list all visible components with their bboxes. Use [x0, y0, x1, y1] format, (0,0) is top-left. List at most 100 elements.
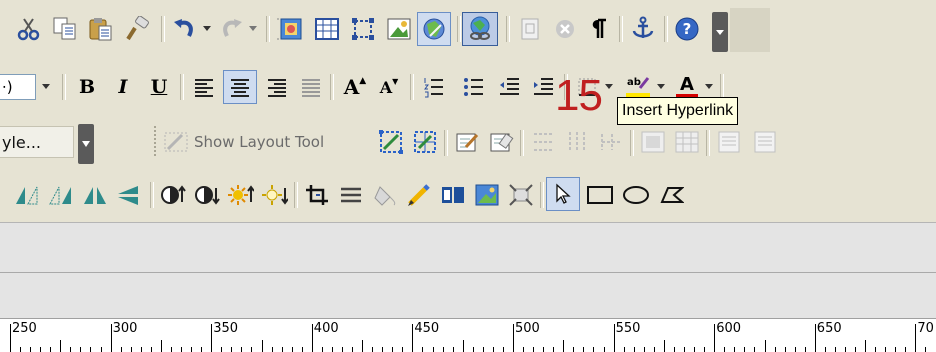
style-dropdown[interactable]: yle...	[0, 126, 74, 158]
rotate-right-icon[interactable]	[46, 180, 76, 210]
tooltip: Insert Hyperlink	[617, 97, 739, 125]
ruler-minor-tick	[573, 347, 575, 352]
ruler-minor-tick	[40, 347, 42, 352]
grow-font-button[interactable]: A ▲	[340, 72, 370, 102]
ruler-minor-tick	[201, 347, 203, 352]
flip-horizontal-icon[interactable]	[80, 180, 110, 210]
set-transparent-color-icon[interactable]	[370, 180, 400, 210]
ruler-minor-tick	[160, 340, 162, 352]
black-white-icon[interactable]	[438, 180, 468, 210]
oval-tool-icon[interactable]	[620, 180, 652, 210]
anchor-icon[interactable]	[628, 14, 658, 44]
shrink-font-button[interactable]: A ▼	[374, 72, 404, 102]
ruler-minor-tick	[533, 347, 535, 352]
ruler-minor-tick	[925, 347, 927, 352]
ruler-minor-tick	[291, 347, 293, 352]
ruler-minor-tick	[834, 347, 836, 352]
layout-cell-icon[interactable]	[410, 126, 440, 158]
polygon-tool-icon[interactable]	[656, 180, 686, 210]
ruler-minor-tick	[281, 347, 283, 352]
ruler-label: 650	[816, 321, 842, 336]
pilcrow-icon[interactable]	[584, 14, 614, 44]
more-contrast-icon[interactable]	[158, 180, 188, 210]
borders-dropdown-icon[interactable]	[602, 76, 616, 98]
workspace-panel-lower	[0, 272, 936, 319]
ruler-minor-tick	[30, 347, 32, 352]
toolbar-options-icon[interactable]	[712, 12, 728, 52]
font-size-dropdown[interactable]: ⋅)	[0, 74, 36, 100]
align-center-icon[interactable]	[223, 70, 257, 104]
insert-image-icon[interactable]	[384, 14, 414, 44]
rotate-left-icon[interactable]	[12, 180, 42, 210]
underline-label: U	[150, 76, 168, 98]
help-icon[interactable]: ?	[672, 14, 702, 44]
insert-hyperlink-button[interactable]	[462, 12, 498, 46]
ruler-minor-tick	[170, 347, 172, 352]
grow-arrow-icon: ▲	[359, 76, 367, 86]
restore-icon[interactable]	[506, 180, 536, 210]
pencil-icon[interactable]	[404, 180, 434, 210]
resample-icon[interactable]	[472, 180, 502, 210]
style-dropdown-arrow-icon[interactable]	[78, 124, 94, 164]
insert-web-component-icon[interactable]	[417, 12, 451, 46]
ruler-minor-tick	[20, 347, 22, 352]
bold-button[interactable]: B	[72, 72, 102, 102]
copy-icon[interactable]	[50, 14, 80, 44]
ruler-minor-tick	[382, 347, 384, 352]
highlight-dropdown-icon[interactable]	[654, 76, 668, 98]
align-left-icon[interactable]	[189, 72, 219, 102]
numbered-list-icon[interactable]	[418, 72, 448, 102]
less-contrast-icon[interactable]	[192, 180, 222, 210]
bold-label: B	[78, 76, 96, 98]
format-painter-icon[interactable]	[122, 14, 152, 44]
ruler-major-tick	[311, 324, 313, 352]
line-style-icon[interactable]	[336, 180, 366, 210]
svg-text:?: ?	[683, 20, 692, 38]
ruler-minor-tick	[633, 347, 635, 352]
cut-icon[interactable]	[14, 14, 44, 44]
workspace-panel	[0, 222, 936, 273]
bullet-list-icon[interactable]	[458, 72, 488, 102]
underline-button[interactable]: U	[144, 72, 174, 102]
more-brightness-icon[interactable]	[226, 180, 256, 210]
font-color-dropdown-icon[interactable]	[702, 76, 716, 98]
align-right-icon[interactable]	[262, 72, 292, 102]
paste-icon[interactable]	[86, 14, 116, 44]
ruler-label: 500	[515, 321, 540, 336]
insert-table-icon[interactable]	[312, 14, 342, 44]
select-pointer-icon[interactable]	[546, 177, 580, 211]
show-layout-tool-button[interactable]: Show Layout Tool	[162, 126, 372, 158]
insert-layer-icon[interactable]	[348, 14, 378, 44]
italic-button[interactable]: I	[108, 72, 138, 102]
ruler-label: 70	[917, 321, 934, 336]
increase-indent-icon[interactable]	[528, 72, 558, 102]
ruler-minor-tick	[502, 347, 504, 352]
undo-icon[interactable]	[170, 14, 200, 44]
ruler-minor-tick	[744, 347, 746, 352]
ruler-minor-tick	[100, 347, 102, 352]
toolbar-grip[interactable]	[154, 126, 160, 156]
less-brightness-icon[interactable]	[260, 180, 290, 210]
rectangle-tool-icon[interactable]	[584, 180, 616, 210]
flip-vertical-icon[interactable]	[114, 180, 144, 210]
erase-layout-icon[interactable]	[486, 126, 516, 158]
ruler-minor-tick	[422, 347, 424, 352]
ruler-minor-tick	[824, 347, 826, 352]
decrease-indent-icon[interactable]	[494, 72, 524, 102]
ruler-minor-tick	[191, 347, 193, 352]
layout-table-icon[interactable]	[376, 126, 406, 158]
font-size-dropdown-arrow-icon[interactable]	[36, 74, 56, 100]
ruler-label: 600	[716, 321, 742, 336]
insert-column-icon	[562, 126, 592, 158]
draw-layout-icon[interactable]	[452, 126, 482, 158]
ruler-minor-tick	[372, 347, 374, 352]
insert-cell-icon	[596, 126, 626, 158]
undo-dropdown-icon[interactable]	[200, 18, 214, 40]
cell-properties-icon	[750, 126, 780, 158]
shrink-font-label: A	[379, 77, 393, 97]
ruler-minor-tick	[694, 347, 696, 352]
insert-picture-icon[interactable]	[274, 14, 306, 44]
ruler-minor-tick	[724, 347, 726, 352]
crop-icon[interactable]	[302, 180, 332, 210]
justify-icon[interactable]	[296, 72, 326, 102]
